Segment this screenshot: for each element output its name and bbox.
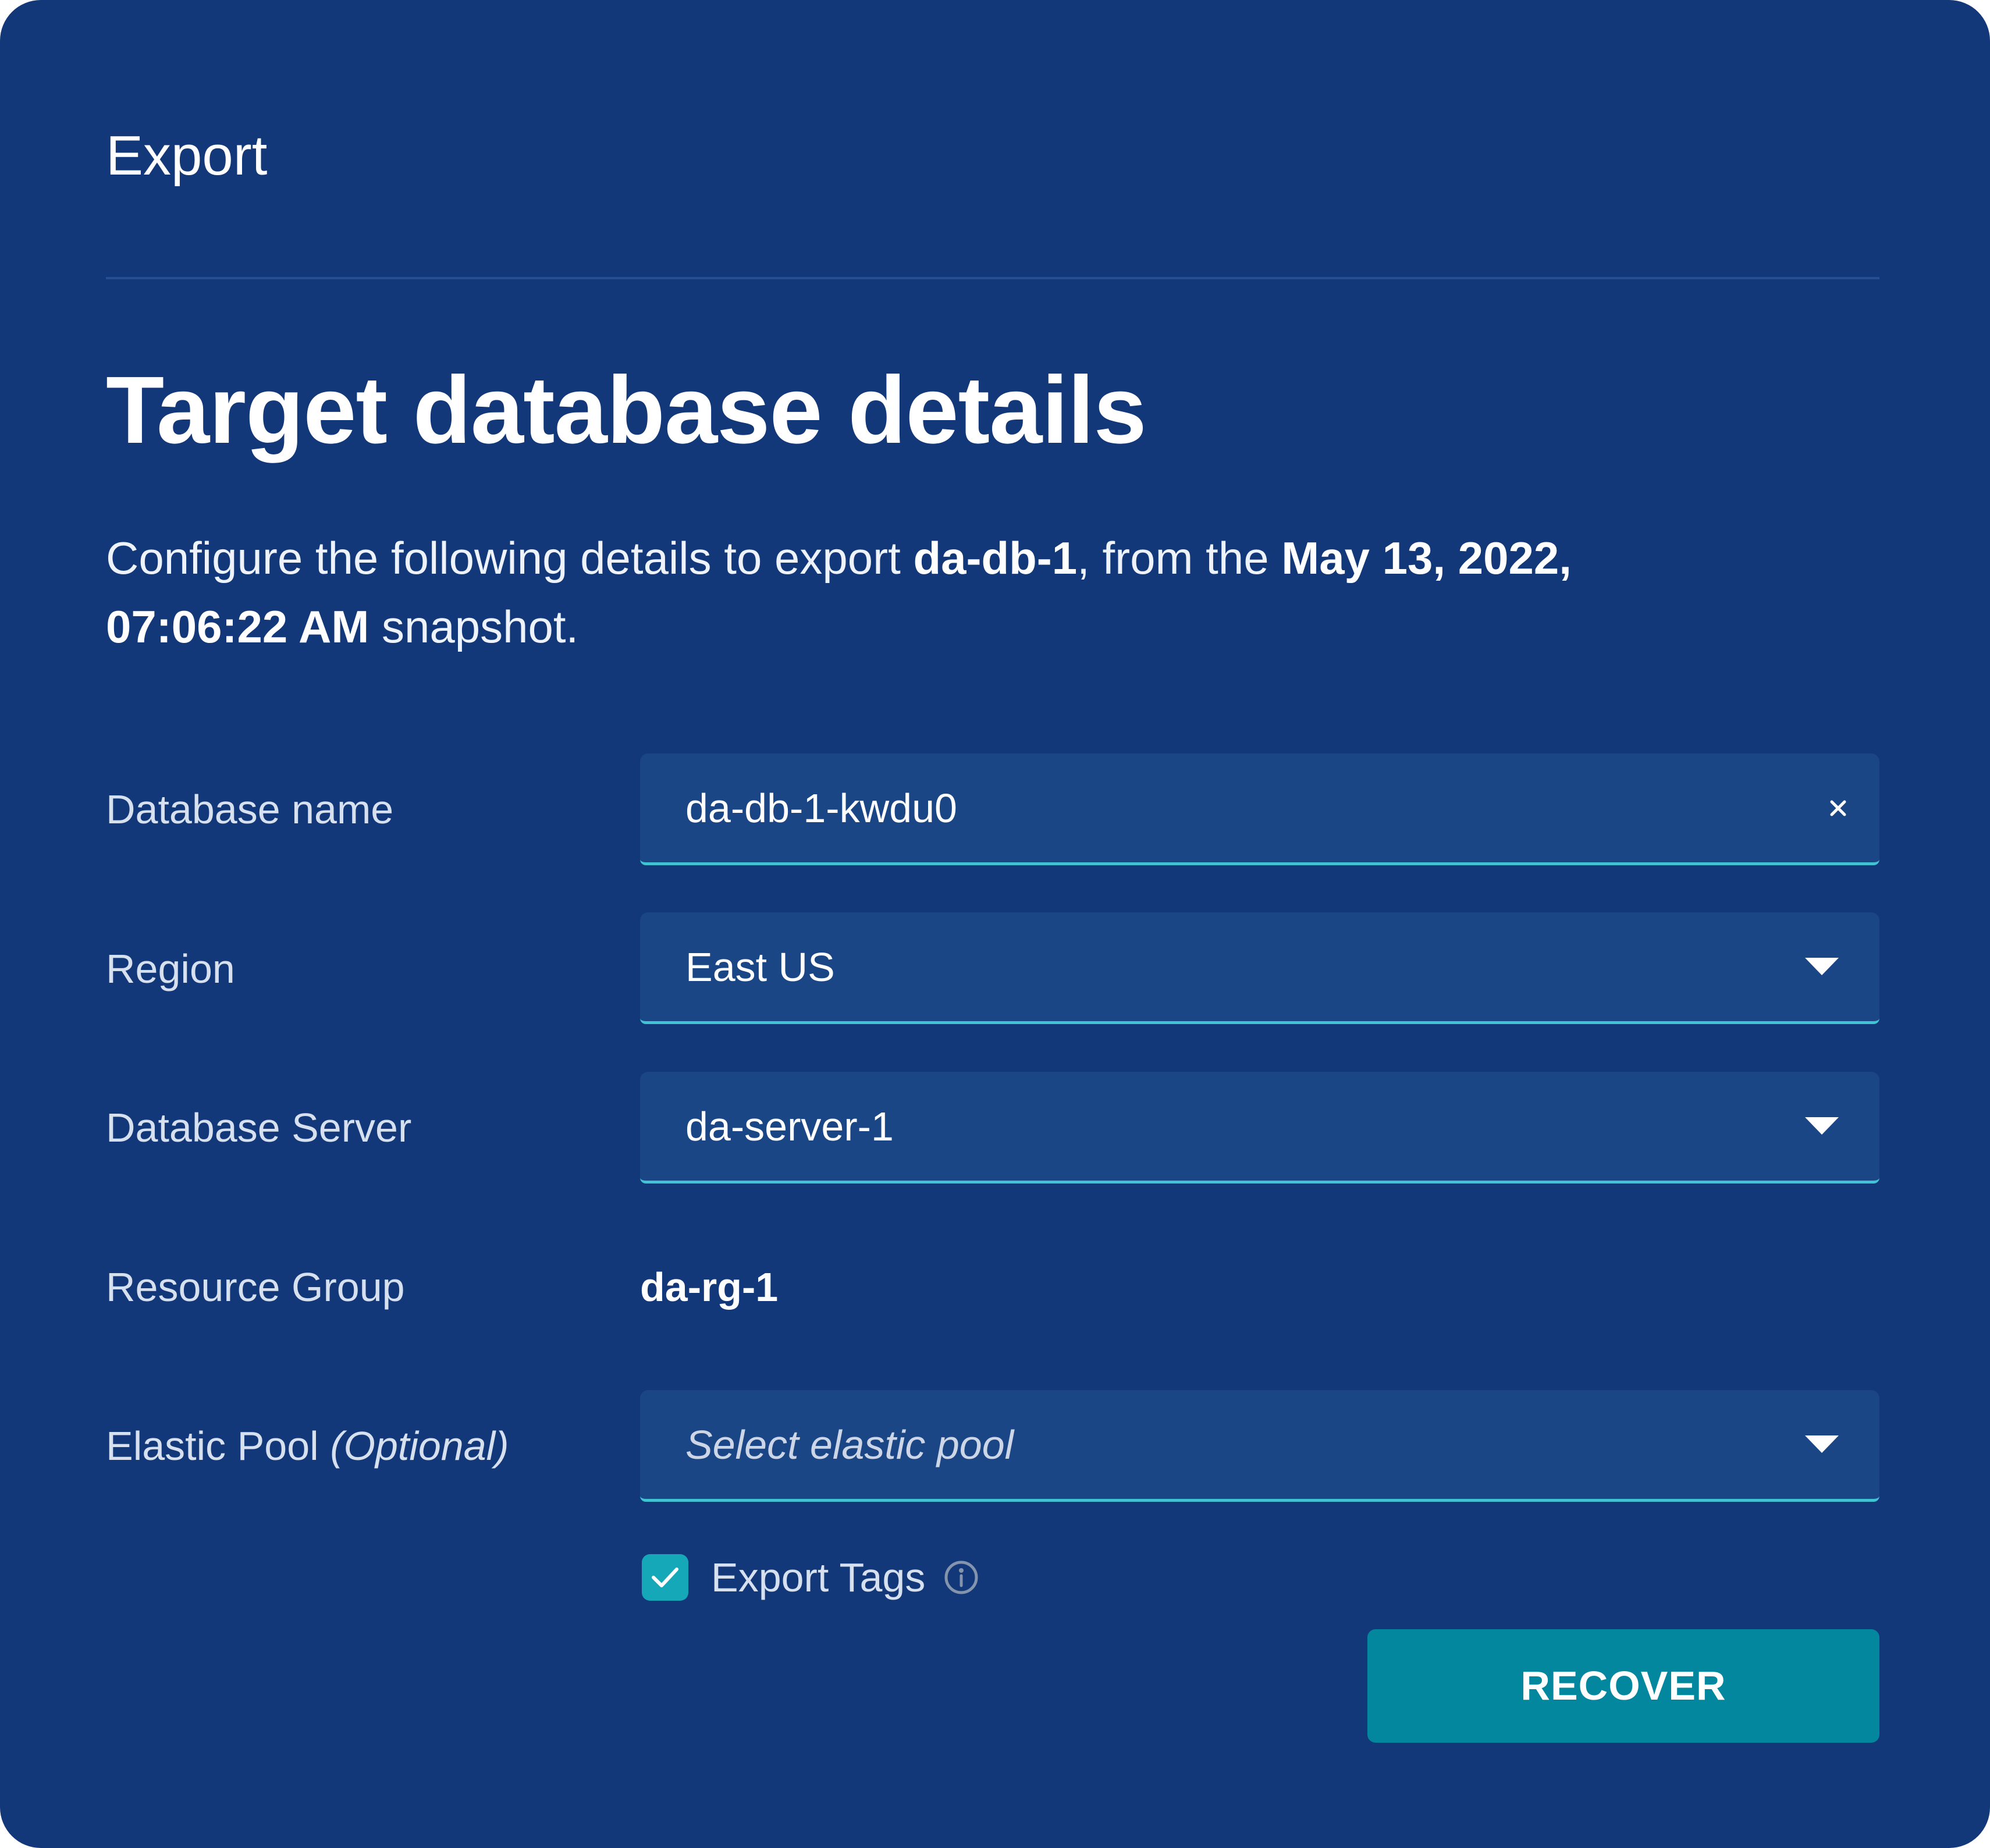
description-part: , from the: [1077, 532, 1282, 584]
database-name-value[interactable]: da-db-1-kwdu0: [685, 782, 957, 834]
export-tags-checkbox[interactable]: [642, 1554, 688, 1601]
elastic-pool-select[interactable]: Select elastic pool: [640, 1390, 1879, 1502]
description-snapshot-time: 07:06:22 AM: [106, 601, 369, 652]
database-name-field[interactable]: da-db-1-kwdu0: [640, 754, 1879, 865]
page-title: Target database details: [106, 357, 1147, 463]
database-server-value: da-server-1: [685, 1103, 894, 1149]
resource-group-label: Resource Group: [106, 1264, 405, 1310]
elastic-pool-label: Elastic Pool (Optional): [106, 1420, 509, 1472]
database-server-label: Database Server: [106, 1105, 412, 1150]
region-value: East US: [685, 944, 835, 990]
description-text: Configure the following details to expor…: [106, 524, 1793, 661]
elastic-pool-placeholder: Select elastic pool: [685, 1421, 1014, 1467]
description-part: snapshot.: [369, 601, 579, 652]
dialog-header-title: Export: [106, 125, 268, 187]
optional-label: (Optional): [330, 1423, 509, 1469]
database-server-select[interactable]: da-server-1: [640, 1072, 1879, 1184]
description-snapshot-date: May 13, 2022,: [1281, 532, 1572, 584]
region-label: Region: [106, 946, 235, 991]
region-select[interactable]: East US: [640, 912, 1879, 1024]
info-icon[interactable]: [944, 1560, 979, 1595]
chevron-down-icon[interactable]: [1805, 1117, 1839, 1136]
recover-button[interactable]: RECOVER: [1367, 1629, 1879, 1743]
elastic-pool-label-text: Elastic Pool: [106, 1423, 319, 1469]
resource-group-value: da-rg-1: [640, 1264, 779, 1310]
export-dialog: Export Target database details Configure…: [0, 0, 1990, 1848]
database-name-label: Database name: [106, 787, 394, 832]
chevron-down-icon[interactable]: [1805, 1435, 1839, 1454]
description-db-name: da-db-1: [913, 532, 1078, 584]
header-divider: [106, 277, 1879, 279]
description-part: Configure the following details to expor…: [106, 532, 914, 584]
export-tags-label[interactable]: Export Tags: [711, 1551, 925, 1604]
checkmark-icon: [652, 1568, 678, 1587]
chevron-down-icon[interactable]: [1805, 957, 1839, 976]
close-icon[interactable]: [1824, 794, 1853, 823]
